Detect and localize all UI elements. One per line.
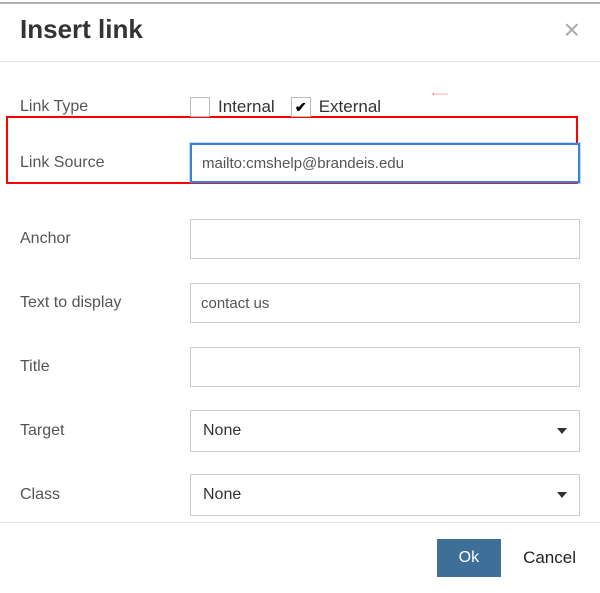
row-target: Target None xyxy=(20,408,580,454)
row-class: Class None xyxy=(20,472,580,518)
class-select[interactable]: None xyxy=(190,474,580,516)
link-source-input[interactable] xyxy=(190,143,580,183)
dialog-title: Insert link xyxy=(20,14,143,45)
row-anchor: Anchor xyxy=(20,216,580,262)
dialog-footer: Ok Cancel xyxy=(0,522,600,593)
title-input[interactable] xyxy=(190,347,580,387)
row-title: Title xyxy=(20,344,580,390)
label-link-source: Link Source xyxy=(20,154,190,172)
target-select[interactable]: None xyxy=(190,410,580,452)
class-selected-value: None xyxy=(203,486,241,504)
row-link-source: Link Source xyxy=(20,140,580,186)
checkbox-internal-label: Internal xyxy=(218,97,275,117)
cancel-button[interactable]: Cancel xyxy=(519,542,580,574)
label-class: Class xyxy=(20,486,190,504)
checkbox-internal[interactable] xyxy=(190,97,210,117)
row-link-type: Link Type Internal External xyxy=(20,84,580,130)
label-target: Target xyxy=(20,422,190,440)
checkbox-external-label: External xyxy=(319,97,381,117)
text-to-display-input[interactable] xyxy=(190,283,580,323)
ok-button[interactable]: Ok xyxy=(437,539,501,577)
chevron-down-icon xyxy=(557,428,567,434)
checkbox-external[interactable] xyxy=(291,97,311,117)
label-title: Title xyxy=(20,358,190,376)
target-selected-value: None xyxy=(203,422,241,440)
label-anchor: Anchor xyxy=(20,230,190,248)
label-link-type: Link Type xyxy=(20,98,190,116)
dialog-top-shadow xyxy=(0,2,600,4)
dialog-header: Insert link × xyxy=(0,0,600,62)
anchor-input[interactable] xyxy=(190,219,580,259)
link-type-group: Internal External xyxy=(190,97,580,117)
dialog-body: Link Type Internal External Link Source … xyxy=(0,62,600,536)
chevron-down-icon xyxy=(557,492,567,498)
label-text-to-display: Text to display xyxy=(20,294,190,312)
close-icon[interactable]: × xyxy=(564,16,580,44)
row-text-to-display: Text to display xyxy=(20,280,580,326)
